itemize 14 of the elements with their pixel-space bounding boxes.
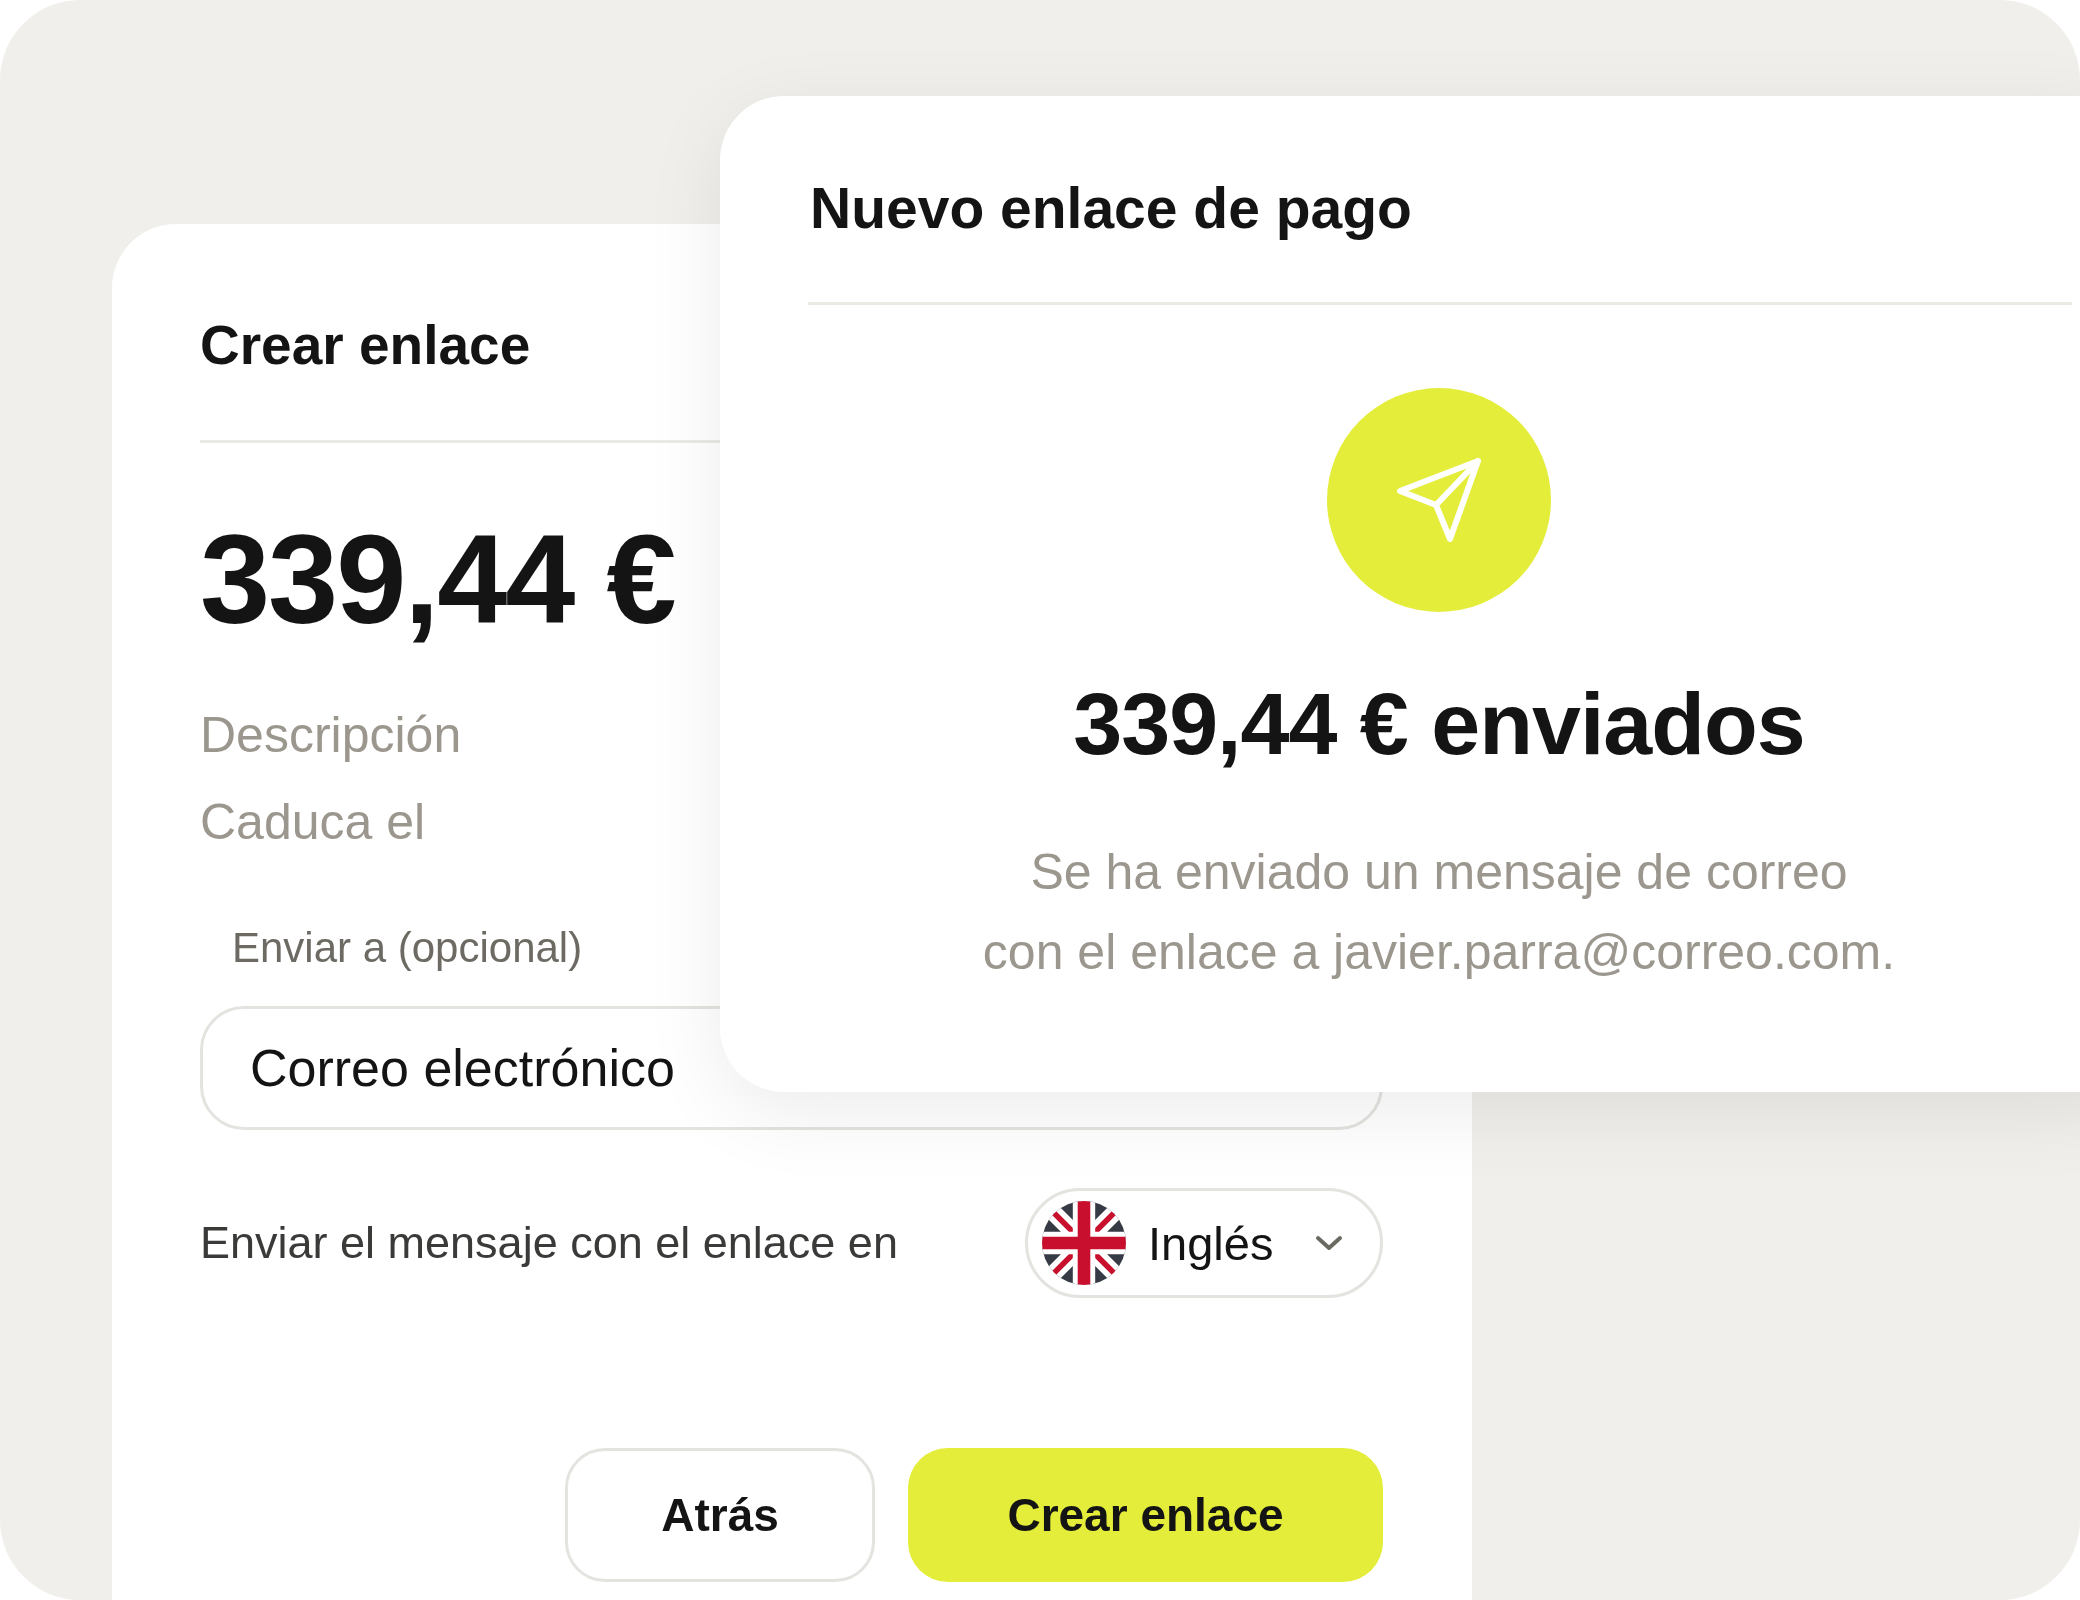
create-button[interactable]: Crear enlace	[908, 1448, 1383, 1582]
card-title: Crear enlace	[200, 317, 532, 373]
sent-headline: 339,44 € enviados	[1073, 676, 1805, 772]
sent-message: Se ha enviado un mensaje de correo con el enlace a javier.parra@correo.com.	[982, 843, 1896, 982]
dialog-title: Nuevo enlace de pago	[810, 176, 1412, 240]
field-label: Caduca el	[200, 796, 426, 848]
flag-icon	[1042, 1201, 1126, 1285]
chevron-down-icon	[1314, 1234, 1344, 1252]
field-label: Descripción	[200, 709, 462, 761]
paper-plane-icon	[1394, 455, 1484, 545]
back-button[interactable]: Atrás	[565, 1448, 875, 1582]
language-select[interactable]: Inglés	[1025, 1188, 1383, 1298]
field-label: Enviar a (opcional)	[232, 926, 583, 970]
language-label: Enviar el mensaje con el enlace en	[200, 1217, 898, 1269]
